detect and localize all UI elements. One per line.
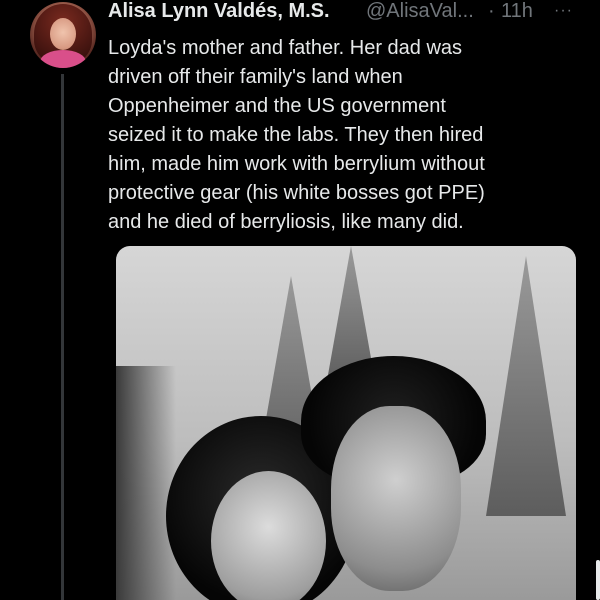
more-horizontal-icon[interactable]: ···	[554, 2, 573, 20]
tweet-text: Loyda's mother and father. Her dad was d…	[108, 34, 578, 237]
photo-backdrop-spire	[486, 256, 566, 516]
tweet[interactable]: Alisa Lynn Valdés, M.S. @AlisaVal... · 1…	[0, 0, 600, 600]
attached-photo[interactable]	[116, 246, 576, 600]
photo-shadow	[116, 366, 176, 600]
tweet-text-line: and he died of berryliosis, like many di…	[108, 211, 464, 233]
tweet-text-line: Loyda's mother and father. Her dad was	[108, 37, 463, 59]
thread-line	[61, 74, 64, 600]
timestamp[interactable]: 11h	[501, 0, 533, 23]
tweet-text-line: protective gear (his white bosses got PP…	[108, 182, 485, 204]
user-handle[interactable]: @AlisaVal...	[366, 0, 474, 23]
avatar[interactable]	[30, 2, 96, 68]
tweet-text-line: him, made him work with berrylium withou…	[108, 153, 485, 175]
tweet-text-line: seized it to make the labs. They then hi…	[108, 124, 484, 146]
photo-woman-face	[211, 471, 326, 600]
photo-man-face	[331, 406, 461, 591]
tweet-header: Alisa Lynn Valdés, M.S. @AlisaVal... · 1…	[108, 0, 588, 24]
tweet-text-line: Oppenheimer and the US government	[108, 95, 446, 117]
avatar-shirt	[40, 50, 86, 68]
scrollbar[interactable]	[596, 560, 600, 600]
separator-dot: ·	[488, 0, 495, 22]
tweet-text-line: driven off their family's land when	[108, 66, 403, 88]
display-name[interactable]: Alisa Lynn Valdés, M.S.	[108, 0, 330, 23]
avatar-face	[50, 18, 76, 50]
avatar-column	[28, 0, 100, 600]
